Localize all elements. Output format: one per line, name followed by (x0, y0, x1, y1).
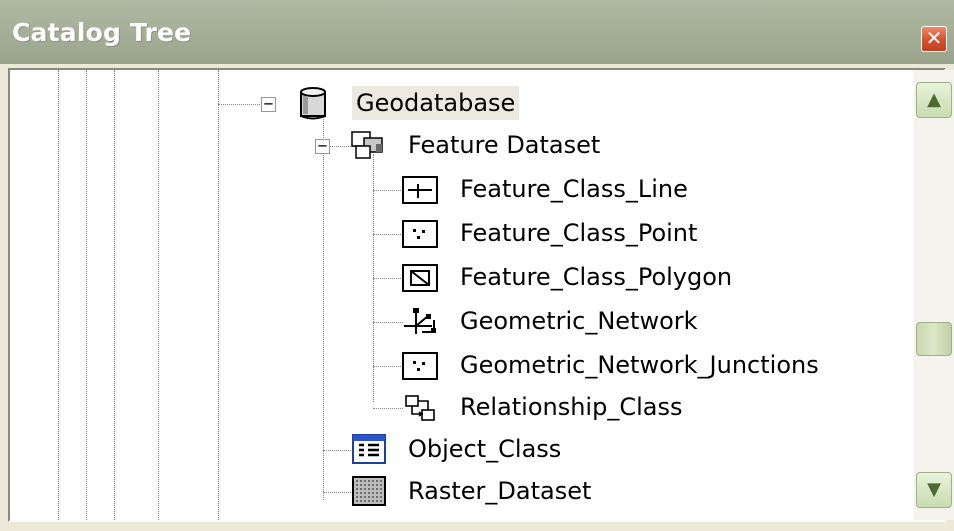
tree-node-label: Geometric_Network_Junctions (460, 351, 819, 379)
tree-guide-line (373, 322, 403, 323)
point-feature-class-icon (402, 220, 438, 252)
point-feature-class-icon (402, 352, 438, 384)
tree-guide-line (373, 408, 403, 409)
tree-node-label: Geometric_Network (460, 307, 698, 335)
tree-node-raster-dataset[interactable]: Raster_Dataset (18, 474, 878, 510)
database-icon (296, 86, 330, 124)
scrollbar-thumb[interactable] (916, 322, 952, 356)
vertical-scrollbar[interactable]: ▲ ▼ (914, 70, 954, 520)
chevron-up-icon: ▲ (927, 89, 941, 110)
tree-view[interactable]: − Geodatabase − Feature Dataset Feature_… (18, 70, 954, 520)
tree-node-label: Feature_Class_Line (460, 175, 688, 203)
close-icon: ✕ (925, 26, 943, 50)
tree-node-label: Raster_Dataset (408, 477, 592, 505)
tree-node-feature-dataset[interactable]: − Feature Dataset (18, 128, 878, 164)
tree-guide-line (323, 492, 353, 493)
tree-node-label: Feature_Class_Polygon (460, 263, 733, 291)
collapse-icon[interactable]: − (261, 96, 276, 112)
tree-node-geodatabase[interactable]: − Geodatabase (18, 86, 878, 122)
tree-guide-line (373, 278, 403, 279)
tree-node-label: Feature_Class_Point (460, 219, 698, 247)
tree-node-label: Feature Dataset (408, 131, 601, 159)
scroll-down-button[interactable]: ▼ (916, 472, 952, 508)
title-bar[interactable]: Catalog Tree ✕ (0, 0, 954, 64)
tree-node-label: Object_Class (408, 435, 562, 463)
scroll-up-button[interactable]: ▲ (916, 82, 952, 118)
tree-node-label: Geodatabase (352, 86, 520, 120)
tree-node-object-class[interactable]: Object_Class (18, 432, 878, 468)
tree-node-feature-class-point[interactable]: Feature_Class_Point (18, 216, 878, 252)
tree-node-feature-class-polygon[interactable]: Feature_Class_Polygon (18, 260, 878, 296)
tree-guide-line (373, 190, 403, 191)
raster-icon (352, 476, 386, 510)
line-feature-class-icon (402, 176, 438, 208)
tree-node-label: Relationship_Class (460, 393, 683, 421)
window-title: Catalog Tree (12, 18, 192, 47)
close-button[interactable]: ✕ (921, 26, 947, 52)
catalog-tree-panel: − Geodatabase − Feature Dataset Feature_… (8, 68, 954, 522)
tree-guide-line (323, 450, 353, 451)
table-icon (352, 434, 386, 468)
tree-node-relationship-class[interactable]: Relationship_Class (18, 390, 878, 426)
feature-dataset-icon (350, 130, 386, 166)
tree-node-geometric-network[interactable]: Geometric_Network (18, 304, 878, 340)
geometric-network-icon (402, 306, 438, 342)
tree-guide-line (373, 366, 403, 367)
tree-guide-line (373, 234, 403, 235)
polygon-feature-class-icon (402, 264, 438, 296)
tree-node-feature-class-line[interactable]: Feature_Class_Line (18, 172, 878, 208)
collapse-icon[interactable]: − (315, 138, 330, 154)
relationship-class-icon (404, 394, 438, 428)
chevron-down-icon: ▼ (927, 479, 941, 500)
tree-node-geometric-network-junctions[interactable]: Geometric_Network_Junctions (18, 348, 878, 384)
